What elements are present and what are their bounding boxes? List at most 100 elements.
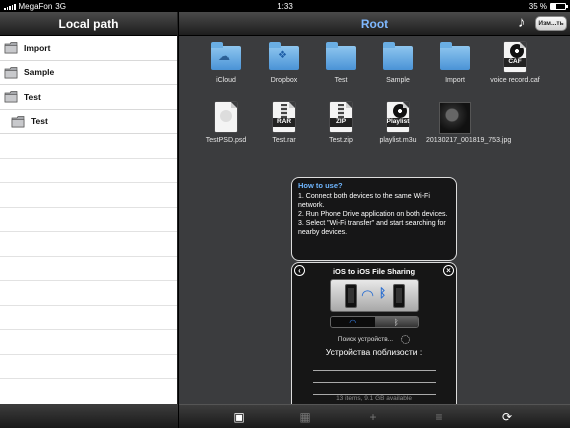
file-item[interactable]: ☁ iCloud (197, 42, 255, 86)
file-type-badge: CAF (504, 58, 526, 67)
empty-row (0, 281, 177, 306)
file-item[interactable]: Import (426, 42, 484, 86)
bottom-toolbar: ▣ ▦ + ≡ ⟳ (179, 404, 570, 428)
file-label: Import (445, 77, 465, 84)
playlist-file-icon: Playlist (382, 102, 414, 134)
empty-rows (0, 134, 177, 379)
sort-icon[interactable]: ≡ (431, 409, 447, 425)
tree-item[interactable]: Import (0, 36, 177, 61)
zip-file-icon: ZIP (325, 102, 357, 134)
empty-row (0, 330, 177, 355)
empty-row (0, 159, 177, 183)
folder-icon (4, 66, 18, 79)
status-right: 35 % (528, 1, 568, 11)
how-to-use-popup: How to use? 1. Connect both devices to t… (291, 177, 457, 261)
file-label: Test (334, 77, 348, 84)
left-toolbar (0, 404, 178, 428)
nearby-devices-label: Устройства поблизости : (325, 347, 423, 357)
file-item[interactable]: ❖ Dropbox (255, 42, 313, 86)
file-item[interactable]: TestPSD.psd (197, 102, 255, 146)
file-item[interactable]: CAF voice record.caf (486, 42, 544, 86)
file-label: TestPSD.psd (205, 137, 247, 144)
empty-row (0, 306, 177, 330)
rar-file-icon: RAR (268, 102, 300, 134)
device-slot[interactable] (313, 370, 436, 371)
file-label: Test.zip (329, 137, 353, 144)
empty-row (0, 134, 177, 159)
status-left: MegaFon 3G (4, 2, 66, 11)
close-icon[interactable]: × (443, 265, 454, 276)
wifi-mode-button[interactable]: ◠ (331, 317, 375, 327)
root-header: Root ♪ Изм...ть (179, 12, 570, 36)
battery-percent: 35 % (528, 1, 547, 11)
folder-icon (4, 42, 18, 54)
spinner-icon (401, 335, 411, 344)
bluetooth-mode-button[interactable]: ᛒ (374, 317, 418, 327)
folder-icon (4, 91, 18, 103)
jpg-thumbnail-icon (439, 102, 471, 134)
file-item[interactable]: Playlist playlist.m3u (369, 102, 427, 146)
tree-item[interactable]: Sample (0, 61, 177, 85)
file-item[interactable]: ZIP Test.zip (312, 102, 370, 146)
storage-info: 13 items, 9.1 GB available (336, 395, 412, 402)
music-note-icon[interactable]: ♪ (518, 15, 532, 31)
icloud-folder-icon: ☁ (210, 42, 242, 74)
psd-file-icon (210, 102, 242, 134)
network-type: 3G (55, 1, 66, 11)
empty-row (0, 232, 177, 257)
folder-icon (382, 42, 414, 74)
file-item[interactable]: Test (312, 42, 370, 86)
caf-file-icon: CAF (499, 42, 531, 74)
status-bar: MegaFon 3G 1:33 35 % (0, 0, 570, 12)
grid-view-icon[interactable]: ▦ (297, 409, 313, 425)
phone-icon (393, 284, 405, 308)
battery-icon (550, 2, 568, 10)
file-label: voice record.caf (490, 77, 540, 84)
bluetooth-icon: ᛒ (379, 286, 387, 300)
tree-item[interactable]: Test (0, 85, 177, 110)
local-path-panel: Local path Import Sample Test Test (0, 12, 178, 428)
device-slot[interactable] (313, 382, 436, 383)
folder-icon (325, 42, 357, 74)
file-label: Sample (386, 77, 410, 84)
transfer-mode-switch: ◠ ᛒ (330, 316, 419, 328)
file-type-badge: RAR (273, 118, 295, 127)
file-label: Dropbox (270, 77, 298, 84)
file-item[interactable]: RAR Test.rar (255, 102, 313, 146)
help-step: 2. Run Phone Drive application on both d… (298, 211, 448, 218)
wifi-icon: ◠ (361, 287, 375, 304)
file-type-badge: ZIP (330, 118, 352, 127)
file-item[interactable]: Sample (369, 42, 427, 86)
add-icon[interactable]: + (365, 409, 381, 425)
help-heading: How to use? (298, 181, 343, 190)
folder-tree: Import Sample Test Test (0, 36, 177, 134)
empty-row (0, 355, 177, 379)
file-item[interactable]: 20130217_001819_753.jpg (426, 102, 511, 146)
folder-icon (11, 115, 25, 128)
device-illustration: ◠ ᛒ (330, 279, 419, 312)
message-icon[interactable]: ▣ (231, 409, 247, 425)
folder-icon (439, 42, 471, 74)
status-time: 1:33 (277, 1, 293, 11)
tree-item-label: Test (24, 91, 41, 102)
signal-icon (4, 3, 16, 10)
help-step: 3. Select "Wi-Fi transfer" and start sea… (298, 220, 446, 236)
file-label: Test.rar (272, 137, 296, 144)
carrier-name: MegaFon (18, 1, 53, 11)
sharing-title: iOS to iOS File Sharing (332, 267, 416, 276)
refresh-icon[interactable]: ⟳ (499, 409, 515, 425)
file-label: iCloud (216, 77, 236, 84)
tree-item[interactable]: Test (0, 110, 177, 134)
file-label: playlist.m3u (379, 137, 417, 144)
phone-icon (345, 284, 357, 308)
tree-item-label: Import (24, 42, 51, 53)
root-title: Root (360, 16, 389, 31)
empty-row (0, 183, 177, 208)
edit-button[interactable]: Изм...ть (535, 16, 567, 31)
file-type-badge: Playlist (386, 118, 410, 127)
dropbox-folder-icon: ❖ (268, 42, 300, 74)
empty-row (0, 257, 177, 281)
help-step: 1. Connect both devices to the same Wi-F… (298, 193, 430, 209)
tree-item-label: Sample (24, 67, 55, 78)
searching-label: Поиск устройств... (337, 336, 394, 344)
